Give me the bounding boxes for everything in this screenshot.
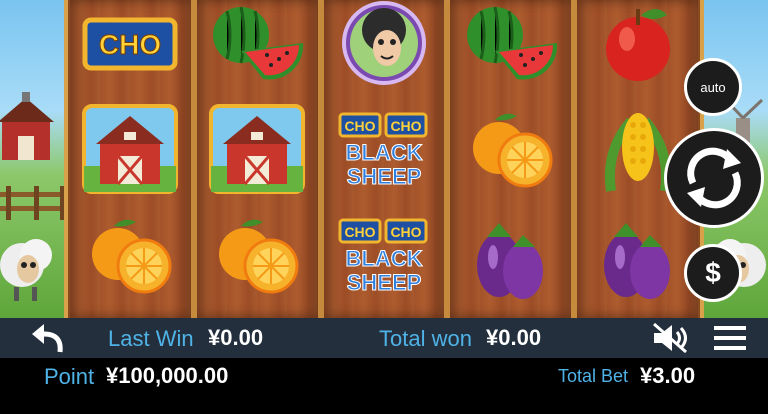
last-win-label: Last Win bbox=[108, 326, 194, 351]
symbol-orange bbox=[450, 96, 571, 202]
cho-text: CHO bbox=[344, 118, 375, 134]
cho-text: CHO bbox=[390, 224, 421, 240]
symbol-barn bbox=[70, 96, 191, 202]
spin-arrows-icon bbox=[687, 147, 741, 209]
dollar-icon: $ bbox=[705, 257, 721, 288]
symbol-cho-cho-black-sheep: CHO CHO BLACK SHEEP bbox=[324, 96, 445, 202]
sheep-text: SHEEP bbox=[347, 164, 422, 189]
point-value: ¥100,000.00 bbox=[106, 363, 229, 388]
total-won-value: ¥0.00 bbox=[486, 325, 542, 350]
fence-icon bbox=[0, 186, 70, 220]
symbol-eggplant bbox=[450, 202, 571, 308]
total-bet-value: ¥3.00 bbox=[640, 363, 696, 388]
auto-label: auto bbox=[700, 79, 726, 95]
cho-logo-text: CHO bbox=[99, 29, 161, 60]
symbol-watermelon bbox=[197, 0, 318, 96]
auto-spin-button[interactable]: auto bbox=[684, 58, 742, 116]
sheep-left-icon bbox=[0, 239, 52, 301]
cho-text: CHO bbox=[344, 224, 375, 240]
bet-button[interactable]: $ bbox=[684, 244, 742, 302]
sound-muted-icon[interactable] bbox=[650, 322, 690, 354]
reel-2 bbox=[196, 0, 324, 318]
menu-icon[interactable] bbox=[712, 324, 748, 352]
symbol-black-sheep bbox=[324, 0, 445, 96]
total-won-label: Total won bbox=[379, 326, 472, 351]
point-label: Point bbox=[44, 364, 95, 389]
symbol-cho-logo: CHO bbox=[70, 0, 191, 96]
black-text: BLACK bbox=[345, 246, 422, 271]
last-win-value: ¥0.00 bbox=[208, 325, 264, 350]
background-barn-icon bbox=[0, 92, 54, 160]
symbol-eggplant bbox=[577, 202, 698, 308]
black-text: BLACK bbox=[345, 140, 422, 165]
total-bet-label: Total Bet bbox=[558, 366, 629, 386]
reel-3: CHO CHO BLACK SHEEP CHO CHO BLACK SHEEP bbox=[323, 0, 451, 318]
symbol-barn bbox=[197, 96, 318, 202]
symbol-apple bbox=[577, 0, 698, 96]
reel-1: CHO bbox=[70, 0, 197, 318]
cho-text: CHO bbox=[390, 118, 421, 134]
symbol-orange bbox=[70, 202, 191, 308]
spin-button[interactable] bbox=[664, 128, 764, 228]
reels-area: CHO CHO CHO BLACK SHEEP CHO CHO BLACK SH… bbox=[70, 0, 698, 318]
back-arrow-icon[interactable] bbox=[30, 322, 66, 354]
symbol-orange bbox=[197, 202, 318, 308]
reel-4 bbox=[450, 0, 578, 318]
sheep-text: SHEEP bbox=[347, 270, 422, 295]
symbol-watermelon bbox=[450, 0, 571, 96]
symbol-cho-cho-black-sheep: CHO CHO BLACK SHEEP bbox=[324, 202, 445, 308]
